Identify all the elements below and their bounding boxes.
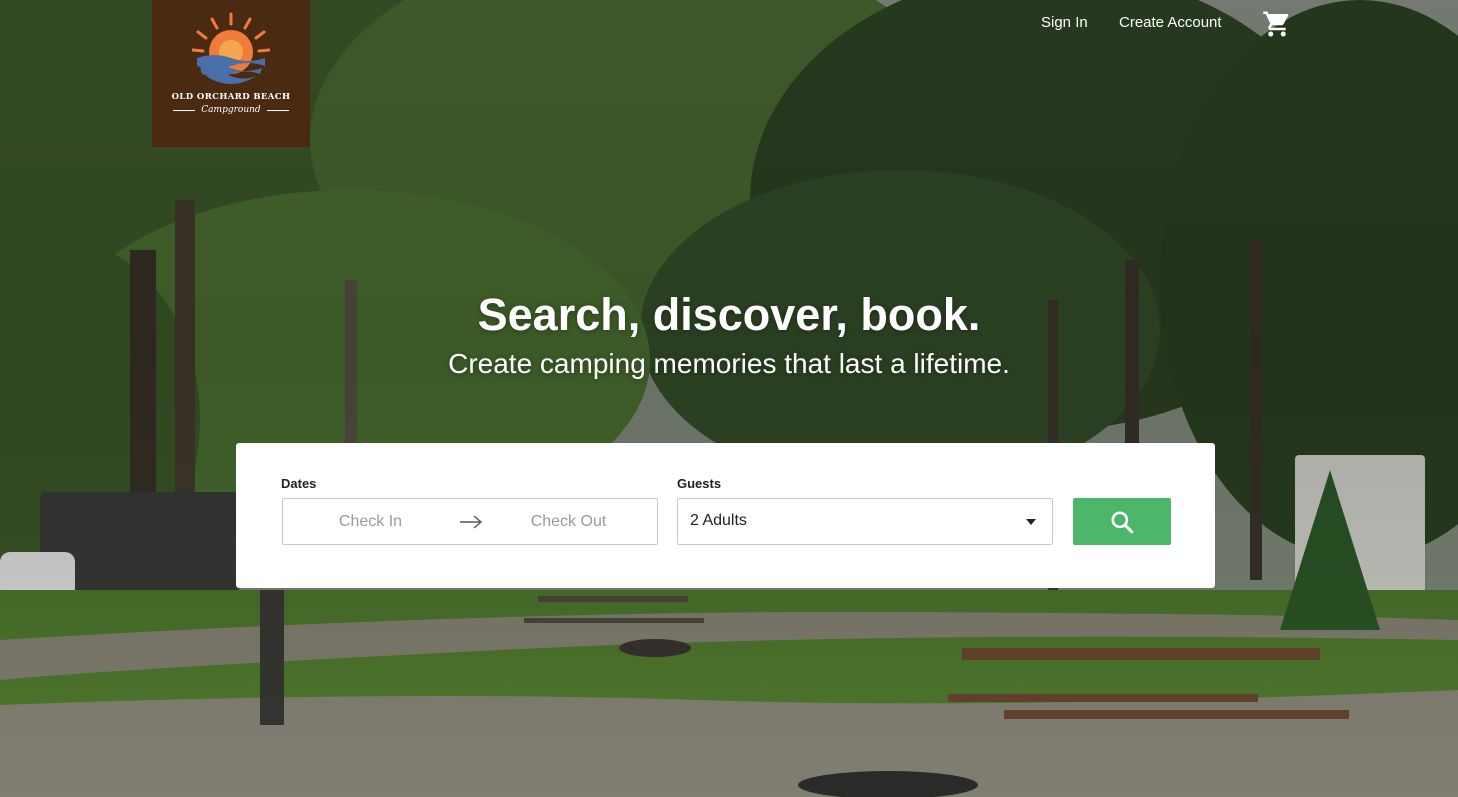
sign-in-link[interactable]: Sign In — [1041, 13, 1088, 33]
check-out-input[interactable] — [501, 499, 636, 544]
guests-select[interactable]: 2 Adults — [677, 498, 1053, 545]
check-in-input[interactable] — [303, 499, 438, 544]
hero-headline: Search, discover, book. — [477, 289, 981, 340]
create-account-link[interactable]: Create Account — [1119, 13, 1222, 33]
search-button[interactable] — [1073, 498, 1171, 545]
top-navigation: Sign In Create Account — [0, 11, 1458, 37]
logo-subtitle: Campground — [152, 105, 310, 115]
guests-selected-value: 2 Adults — [690, 512, 747, 529]
search-panel: Dates Guests 2 Adults — [236, 443, 1215, 588]
logo-title: OLD ORCHARD BEACH — [171, 92, 291, 102]
divider — [266, 109, 289, 111]
magnifier-icon — [1111, 510, 1134, 533]
arrow-right-icon — [460, 515, 483, 529]
hero-subheadline: Create camping memories that last a life… — [448, 348, 1010, 379]
caret-down-icon — [1026, 519, 1036, 525]
dates-label: Dates — [281, 476, 317, 491]
divider — [173, 109, 196, 111]
date-range-picker[interactable] — [282, 498, 658, 545]
shopping-cart-icon[interactable] — [1262, 9, 1292, 39]
logo-subtitle-text: Campground — [201, 105, 261, 115]
guests-label: Guests — [677, 476, 722, 491]
